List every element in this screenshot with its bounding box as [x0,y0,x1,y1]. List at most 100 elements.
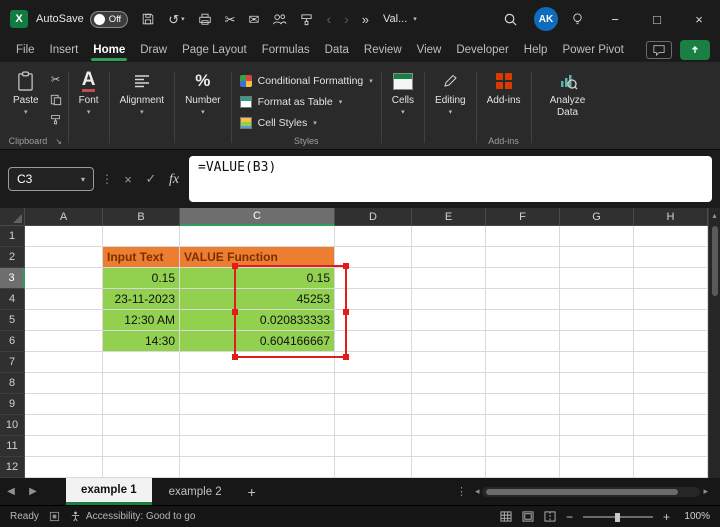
cell-C10[interactable] [180,415,335,436]
dialog-launcher-icon[interactable]: ↘ [55,137,62,146]
cell-A9[interactable] [25,394,103,415]
cell-D9[interactable] [335,394,412,415]
cell-D4[interactable] [335,289,412,310]
lightbulb-icon[interactable] [571,12,584,27]
cell-B10[interactable] [103,415,180,436]
cell-D5[interactable] [335,310,412,331]
cell-G4[interactable] [560,289,634,310]
cell-D11[interactable] [335,436,412,457]
column-header-A[interactable]: A [25,208,103,226]
cell-A11[interactable] [25,436,103,457]
cell-E5[interactable] [412,310,486,331]
cell-C3-active[interactable]: 0.15 [180,268,335,289]
tab-insert[interactable]: Insert [50,44,79,56]
sheet-nav-right-button[interactable]: ▶ [22,486,44,497]
cell-G6[interactable] [560,331,634,352]
cell-G5[interactable] [560,310,634,331]
cells-button[interactable]: Cells ▾ [385,66,421,119]
normal-view-button[interactable] [500,511,512,522]
format-painter-button[interactable] [300,13,313,26]
cell-E12[interactable] [412,457,486,478]
cell-C4[interactable]: 45253 [180,289,335,310]
cell-E10[interactable] [412,415,486,436]
cell-F12[interactable] [486,457,560,478]
cell-F2[interactable] [486,247,560,268]
cell-E7[interactable] [412,352,486,373]
tab-draw[interactable]: Draw [140,44,167,56]
analyze-data-button[interactable]: Analyze Data [535,66,601,121]
cell-B6[interactable]: 14:30 [103,331,180,352]
row-header-4[interactable]: 4 [0,289,25,310]
maximize-button[interactable]: □ [636,0,678,38]
cell-H10[interactable] [634,415,708,436]
cell-C5[interactable]: 0.020833333 [180,310,335,331]
cell-C7[interactable] [180,352,335,373]
share-contacts-button[interactable] [272,13,287,26]
cell-A4[interactable] [25,289,103,310]
tab-view[interactable]: View [417,44,442,56]
print-button[interactable] [198,12,212,26]
select-all-button[interactable] [0,208,25,226]
cell-C9[interactable] [180,394,335,415]
sheet-nav-left-button[interactable]: ◀ [0,486,22,497]
comments-button[interactable] [646,41,672,59]
save-button[interactable] [141,12,155,26]
new-sheet-button[interactable]: + [237,484,267,500]
cell-styles-button[interactable]: Cell Styles ▾ [235,114,322,131]
tab-power-pivot[interactable]: Power Pivot [562,44,623,56]
column-header-G[interactable]: G [560,208,634,226]
tab-page-layout[interactable]: Page Layout [182,44,247,56]
sheet-options-button[interactable]: ⋮ [456,485,467,498]
cell-H6[interactable] [634,331,708,352]
formula-input[interactable]: =VALUE(B3) [189,156,712,202]
toolbar-overflow-button[interactable]: » [362,13,369,26]
cell-E2[interactable] [412,247,486,268]
conditional-formatting-button[interactable]: Conditional Formatting ▾ [235,72,378,89]
cell-A3[interactable] [25,268,103,289]
cell-C11[interactable] [180,436,335,457]
avatar[interactable]: AK [534,7,558,31]
cell-H8[interactable] [634,373,708,394]
row-header-9[interactable]: 9 [0,394,25,415]
tab-home[interactable]: Home [91,44,128,61]
row-header-6[interactable]: 6 [0,331,25,352]
cell-E1[interactable] [412,226,486,247]
zoom-level[interactable]: 100% [680,511,710,522]
column-header-C[interactable]: C [180,208,335,226]
copy-button[interactable] [47,93,65,106]
cell-F7[interactable] [486,352,560,373]
zoom-slider[interactable] [582,512,653,522]
row-header-3[interactable]: 3 [0,268,25,289]
cell-A5[interactable] [25,310,103,331]
enter-button[interactable]: ✓ [143,171,159,187]
cell-D12[interactable] [335,457,412,478]
page-break-view-button[interactable] [544,511,556,522]
tab-formulas[interactable]: Formulas [262,44,310,56]
row-header-8[interactable]: 8 [0,373,25,394]
row-header-2[interactable]: 2 [0,247,25,268]
cell-B12[interactable] [103,457,180,478]
cell-D10[interactable] [335,415,412,436]
cell-G11[interactable] [560,436,634,457]
row-header-12[interactable]: 12 [0,457,25,478]
add-ins-button[interactable]: Add-ins [480,66,528,109]
editing-button[interactable]: Editing ▾ [428,66,473,119]
undo-button[interactable]: ↺ ▾ [168,13,184,26]
scroll-up-icon[interactable]: ▴ [712,208,716,222]
cell-F8[interactable] [486,373,560,394]
cell-F5[interactable] [486,310,560,331]
cell-F6[interactable] [486,331,560,352]
cell-C8[interactable] [180,373,335,394]
cell-A12[interactable] [25,457,103,478]
autosave-toggle[interactable]: Off [89,10,129,28]
cell-C2[interactable]: VALUE Function [180,247,335,268]
cell-H9[interactable] [634,394,708,415]
row-header-11[interactable]: 11 [0,436,25,457]
cell-E9[interactable] [412,394,486,415]
share-button[interactable] [680,40,710,60]
cut-button[interactable]: ✂ [47,73,65,86]
column-header-E[interactable]: E [412,208,486,226]
cell-H2[interactable] [634,247,708,268]
scroll-right-icon[interactable]: ▸ [703,486,708,497]
cell-A1[interactable] [25,226,103,247]
